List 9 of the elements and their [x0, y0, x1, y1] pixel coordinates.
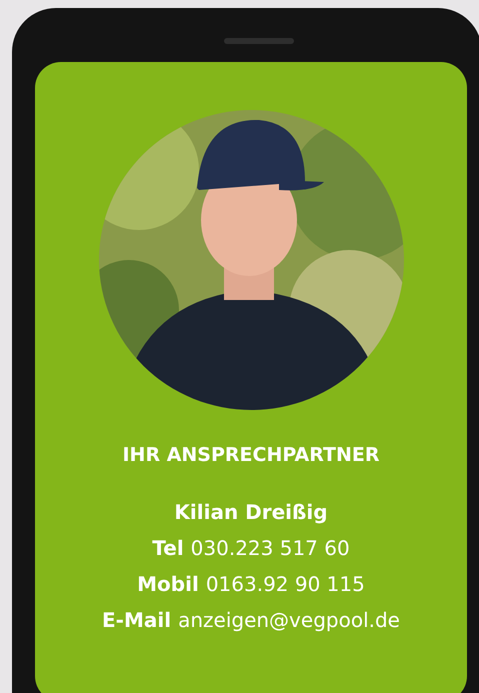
contact-value: anzeigen@vegpool.de	[178, 608, 400, 632]
section-heading: IHR ANSPRECHPARTNER	[122, 444, 380, 466]
contact-label: Mobil	[137, 572, 199, 596]
contact-label: E-Mail	[102, 608, 172, 632]
speaker-slot	[224, 38, 294, 44]
contact-label: Tel	[152, 536, 184, 560]
contact-value: 0163.92 90 115	[206, 572, 365, 596]
contact-value: 030.223 517 60	[190, 536, 350, 560]
contact-name: Kilian Dreißig	[174, 500, 328, 524]
